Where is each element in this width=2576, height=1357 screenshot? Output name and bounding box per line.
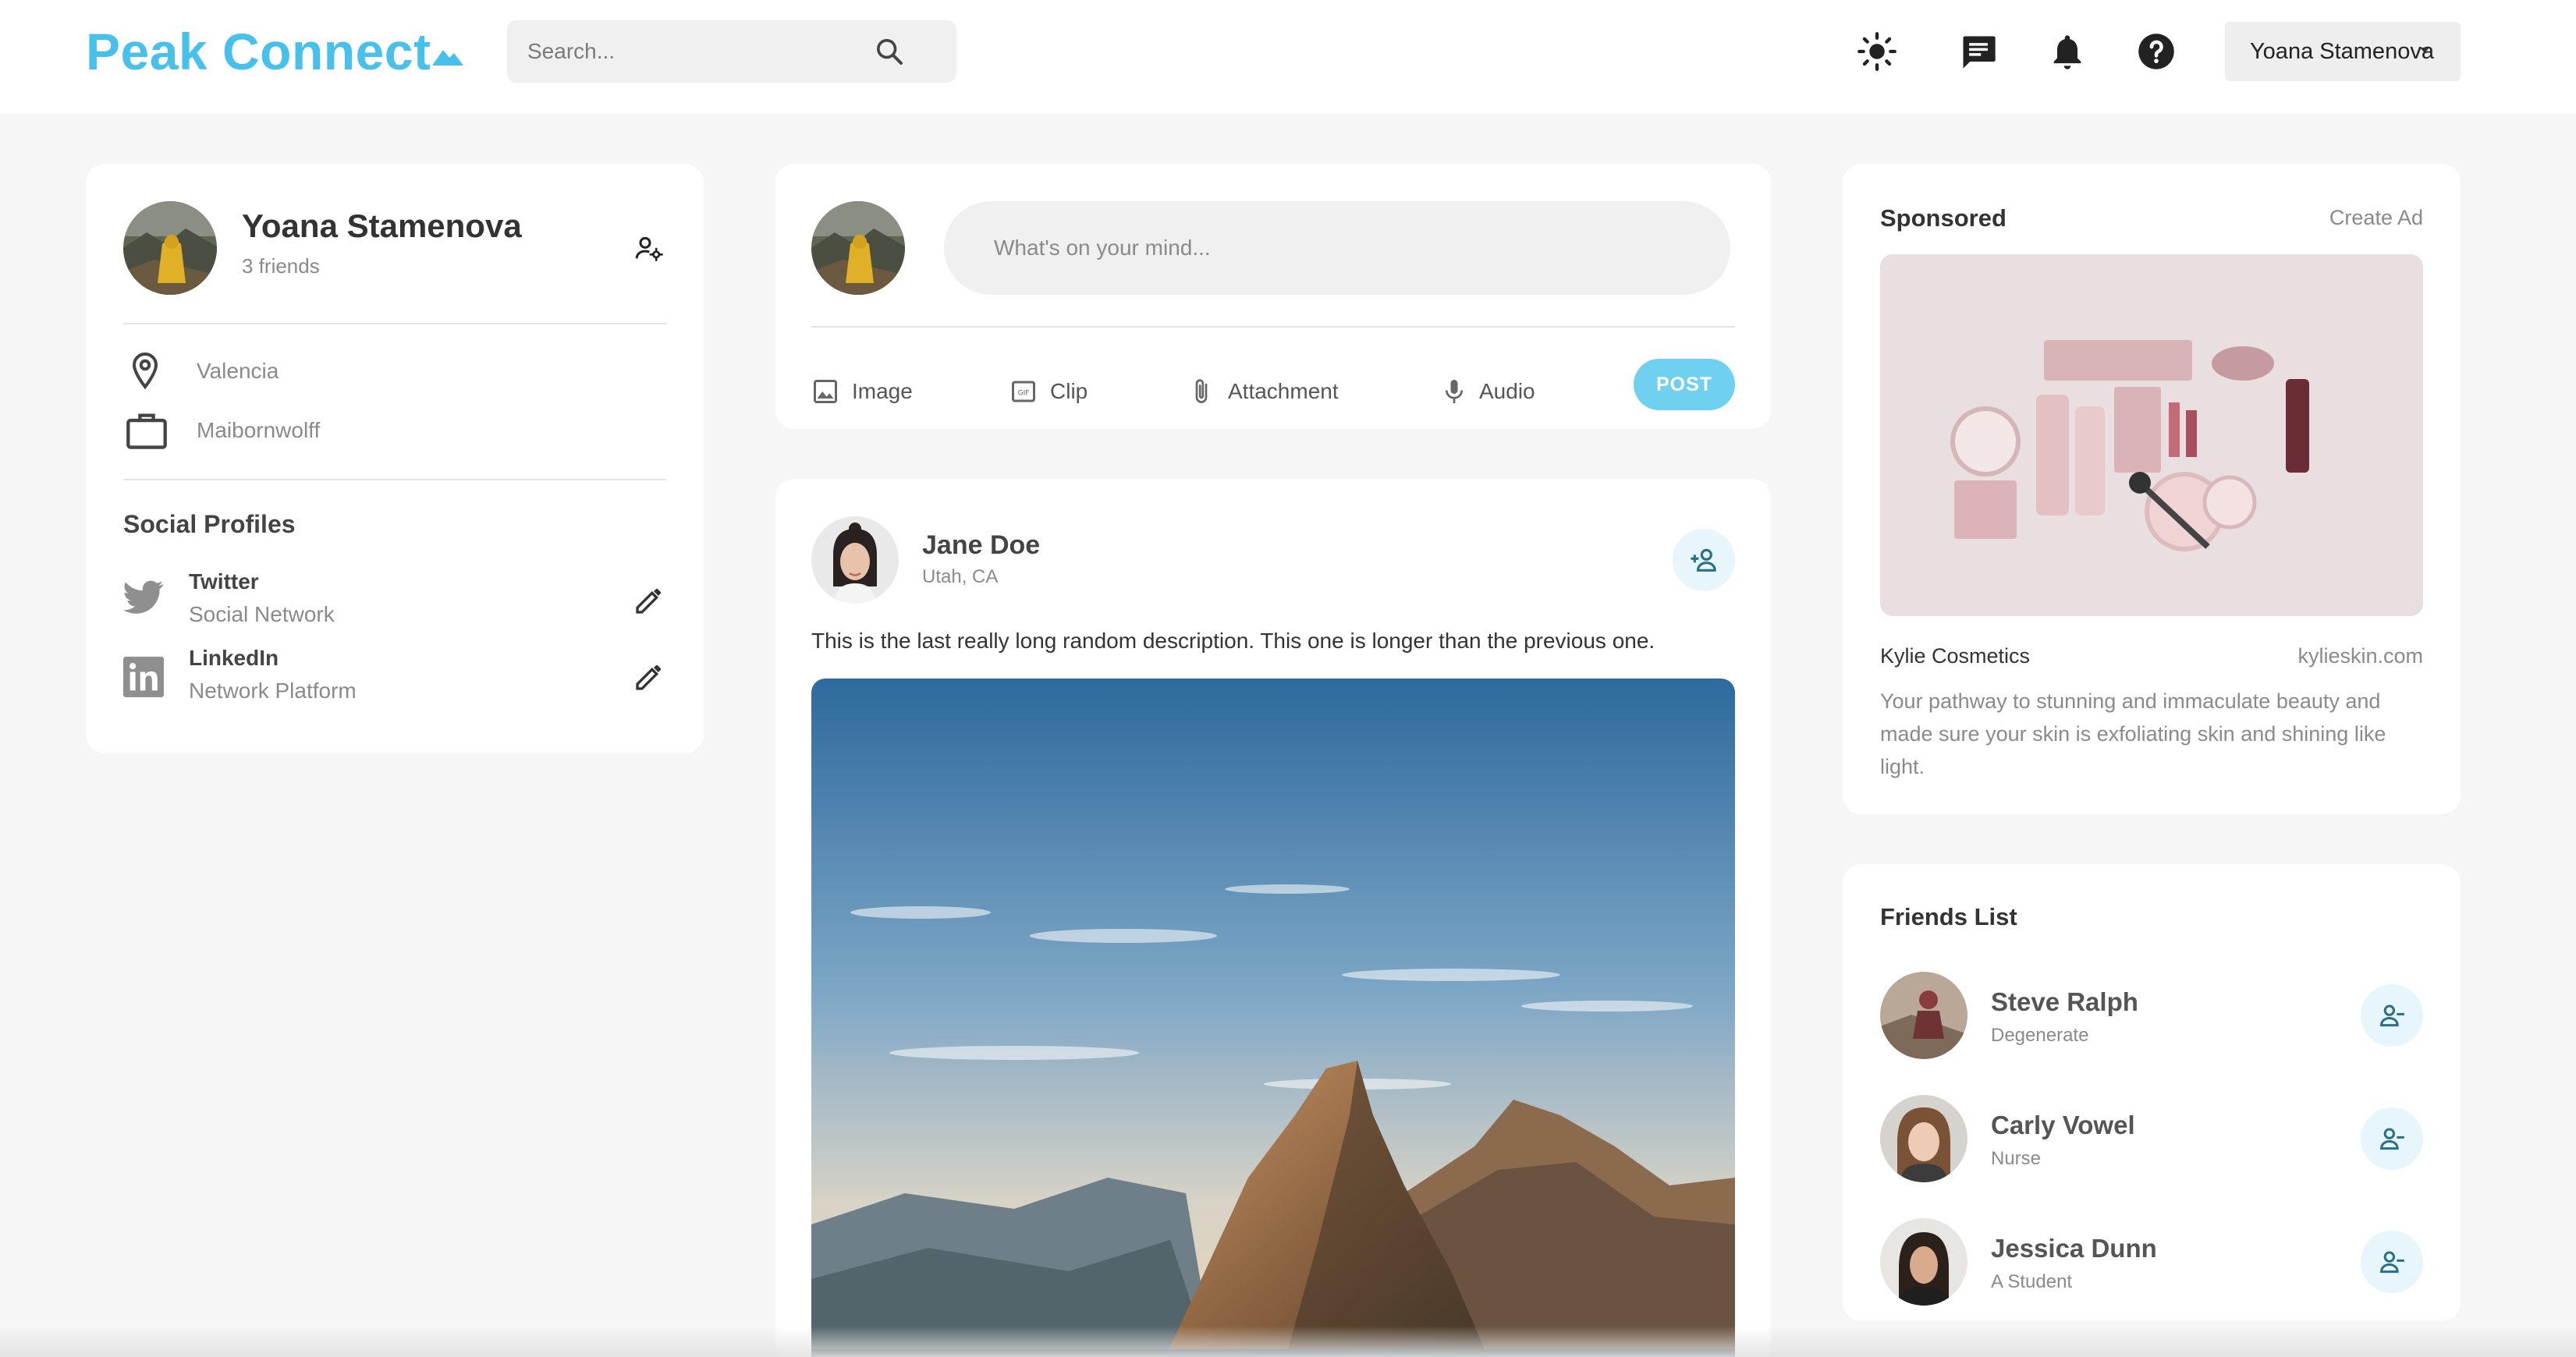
person-remove-icon xyxy=(2380,1004,2404,1027)
friend-occupation: Nurse xyxy=(1991,1148,2042,1169)
top-navbar: Peak Connect Yoana Stame xyxy=(0,0,2576,114)
person-remove-icon xyxy=(2380,1251,2404,1274)
briefcase-icon xyxy=(126,413,167,449)
audio-action[interactable]: Audio xyxy=(1440,370,1535,413)
profile-avatar[interactable] xyxy=(123,201,217,295)
sponsored-card: Sponsored Create Ad Kylie Cosmetics kyli… xyxy=(1843,164,2461,814)
clip-action-label: Clip xyxy=(1050,379,1088,403)
remove-friend-button[interactable] xyxy=(2361,984,2423,1047)
image-icon xyxy=(814,380,837,403)
feed-post: Jane Doe Utah, CA This is the last reall… xyxy=(775,479,1771,1357)
search-input[interactable] xyxy=(527,20,871,83)
friend-name[interactable]: Steve Ralph xyxy=(1991,987,2138,1017)
social-linkedin-name[interactable]: LinkedIn xyxy=(189,646,279,671)
post-input-placeholder: What's on your mind... xyxy=(994,236,1211,260)
divider xyxy=(123,479,666,480)
svg-text:GIF: GIF xyxy=(1018,390,1030,398)
friend-name[interactable]: Jessica Dunn xyxy=(1991,1234,2157,1263)
profile-occupation: Maibornwolff xyxy=(197,418,321,442)
post-author-location: Utah, CA xyxy=(922,566,999,587)
social-profiles-heading: Social Profiles xyxy=(123,510,296,538)
mountain-icon xyxy=(432,49,464,66)
image-action-label: Image xyxy=(852,379,913,403)
post-author-avatar[interactable] xyxy=(811,516,899,604)
create-ad-link[interactable]: Create Ad xyxy=(2329,206,2423,230)
edit-icon[interactable] xyxy=(633,661,665,693)
friend-occupation: Degenerate xyxy=(1991,1025,2089,1046)
add-friend-button[interactable] xyxy=(1673,529,1735,591)
post-author-name[interactable]: Jane Doe xyxy=(922,530,1040,561)
app-logo[interactable]: Peak Connect xyxy=(86,22,464,81)
bell-icon[interactable] xyxy=(2047,31,2088,72)
caret-down-icon xyxy=(2420,48,2429,53)
person-remove-icon xyxy=(2380,1128,2404,1150)
sun-icon[interactable] xyxy=(1857,31,1897,72)
divider xyxy=(811,326,1735,328)
twitter-icon xyxy=(123,580,164,614)
help-icon[interactable] xyxy=(2136,31,2177,72)
friends-list-card: Friends List Steve Ralph Degenerate Carl… xyxy=(1843,864,2461,1321)
location-pin-icon xyxy=(132,352,158,390)
person-add-icon xyxy=(1691,548,1716,572)
sponsor-description: Your pathway to stunning and immaculate … xyxy=(1880,689,2386,778)
social-twitter-type: Social Network xyxy=(189,602,335,626)
profile-card: Yoana Stamenova 3 friends Valencia Maibo… xyxy=(86,164,704,753)
friend-avatar[interactable] xyxy=(1880,972,1967,1059)
gif-icon: GIF xyxy=(1012,381,1035,402)
attachment-action-label: Attachment xyxy=(1228,379,1339,403)
logo-text: Peak Connect xyxy=(86,23,431,80)
remove-friend-button[interactable] xyxy=(2361,1107,2423,1170)
friend-avatar[interactable] xyxy=(1880,1218,1967,1306)
image-action[interactable]: Image xyxy=(811,370,913,413)
sponsor-brand[interactable]: Kylie Cosmetics xyxy=(1880,644,2030,668)
post-image[interactable] xyxy=(811,678,1735,1357)
attachment-action[interactable]: Attachment xyxy=(1187,370,1339,413)
sponsored-heading: Sponsored xyxy=(1880,204,2007,232)
clip-action[interactable]: GIF Clip xyxy=(1009,370,1088,413)
post-description: This is the last really long random desc… xyxy=(811,629,1655,653)
user-dropdown-label: Yoana Stamenova xyxy=(2250,39,2434,64)
profile-name[interactable]: Yoana Stamenova xyxy=(242,207,522,245)
friend-name[interactable]: Carly Vowel xyxy=(1991,1111,2135,1140)
friend-avatar[interactable] xyxy=(1880,1095,1967,1182)
social-linkedin-type: Network Platform xyxy=(189,678,357,703)
friend-occupation: A Student xyxy=(1991,1271,2073,1292)
profile-location: Valencia xyxy=(197,359,279,383)
composer-avatar xyxy=(811,201,905,295)
friends-list-heading: Friends List xyxy=(1880,903,2017,930)
microphone-icon xyxy=(1445,380,1464,403)
remove-friend-button[interactable] xyxy=(2361,1231,2423,1293)
linkedin-icon xyxy=(123,657,164,697)
edit-icon[interactable] xyxy=(633,585,665,616)
post-composer: What's on your mind... Image GIF Clip At… xyxy=(775,164,1771,429)
sponsored-image[interactable] xyxy=(1880,254,2423,616)
divider xyxy=(123,323,666,324)
social-twitter-name[interactable]: Twitter xyxy=(189,569,259,594)
audio-action-label: Audio xyxy=(1479,379,1535,403)
sponsor-site[interactable]: kylieskin.com xyxy=(2297,644,2423,668)
profile-friends-count: 3 friends xyxy=(242,254,320,278)
manage-account-icon[interactable] xyxy=(633,232,665,264)
user-dropdown[interactable]: Yoana Stamenova xyxy=(2225,22,2461,81)
paperclip-icon xyxy=(1195,379,1208,403)
search-icon[interactable] xyxy=(874,36,905,67)
message-icon[interactable] xyxy=(1958,31,1999,72)
post-button[interactable]: POST xyxy=(1634,359,1735,410)
post-input[interactable]: What's on your mind... xyxy=(944,201,1730,295)
